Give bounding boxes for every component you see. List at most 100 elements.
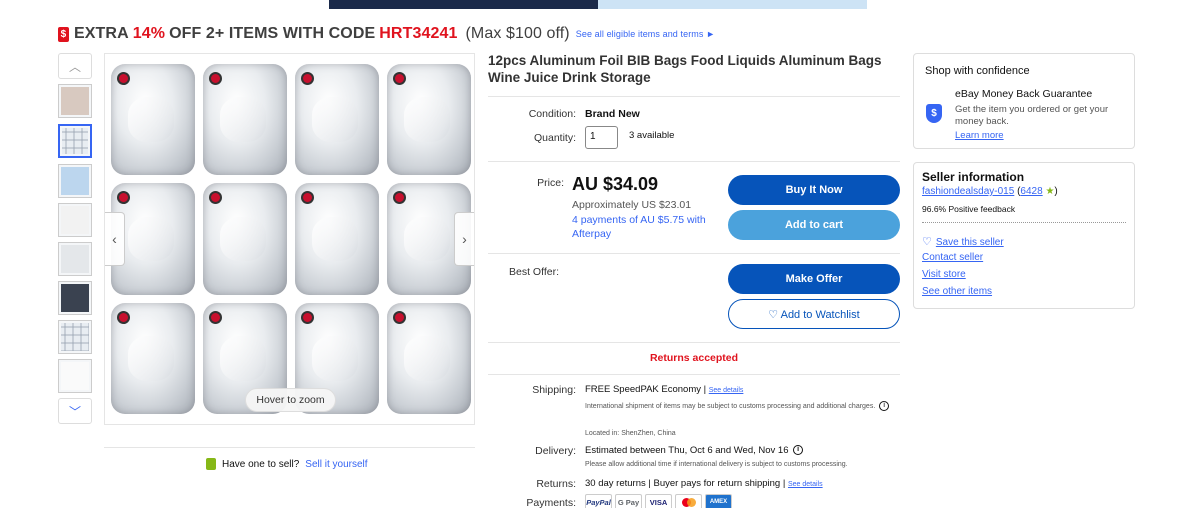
- price-value: AU $34.09: [572, 174, 659, 194]
- save-seller-link[interactable]: ♡ Save this seller: [922, 235, 1004, 248]
- returns-value: 30 day returns | Buyer pays for return s…: [585, 478, 786, 489]
- shipping-note: International shipment of items may be s…: [585, 401, 895, 413]
- promo-bar: $ EXTRA 14% OFF 2+ ITEMS WITH CODE HRT34…: [58, 24, 715, 44]
- sell-yours-prompt: Have one to sell? Sell it yourself: [206, 458, 368, 470]
- thumbnail-image: [61, 362, 89, 390]
- foil-bag: [295, 183, 379, 295]
- product-photo-foil-bags: [111, 64, 471, 414]
- thumbnail-image: [61, 284, 89, 312]
- thumbnail[interactable]: [58, 164, 92, 198]
- seller-name-link[interactable]: fashiondealsday-015: [922, 186, 1014, 197]
- google-pay-icon: G Pay: [615, 494, 642, 508]
- chevron-up-icon: ︿: [68, 59, 81, 74]
- divider: [488, 96, 900, 97]
- add-to-cart-button[interactable]: Add to cart: [728, 210, 900, 240]
- thumbnail-image: [61, 245, 89, 273]
- seller-heading: Seller information: [922, 170, 1025, 184]
- seller-information-panel: Seller information fashiondealsday-015 (…: [913, 162, 1135, 309]
- condition-label: Condition:: [528, 108, 576, 120]
- banner-dark-half: [329, 0, 598, 9]
- info-icon[interactable]: i: [879, 401, 890, 412]
- coupon-tag-icon: $: [58, 26, 69, 42]
- shield-icon: $: [926, 104, 942, 123]
- top-banner-ad[interactable]: [329, 0, 867, 9]
- promo-percent: 14%: [132, 25, 166, 42]
- payments-label: Payments:: [526, 497, 576, 508]
- seller-score-link[interactable]: 6428: [1020, 186, 1042, 197]
- divider: [488, 161, 900, 162]
- visa-icon: VISA: [645, 494, 672, 508]
- returns-see-details-link[interactable]: See details: [788, 481, 823, 488]
- confidence-heading: Shop with confidence: [925, 65, 1030, 77]
- afterpay-link[interactable]: 4 payments of AU $5.75 with Afterpay: [572, 213, 712, 241]
- see-other-items-link[interactable]: See other items: [922, 286, 992, 297]
- hover-to-zoom-hint: Hover to zoom: [245, 388, 336, 412]
- quantity-input[interactable]: 1: [585, 126, 618, 149]
- thumbnail[interactable]: [58, 359, 92, 393]
- returns-value-row: 30 day returns | Buyer pays for return s…: [585, 478, 823, 489]
- previous-image-button[interactable]: ‹: [105, 212, 125, 266]
- divider: [922, 222, 1126, 223]
- thumbnail[interactable]: [58, 84, 92, 118]
- thumbnail[interactable]: [58, 281, 92, 315]
- delivery-value: Estimated between Thu, Oct 6 and Wed, No…: [585, 445, 789, 456]
- mastercard-icon: [675, 494, 702, 508]
- divider: [488, 374, 900, 375]
- buy-it-now-button[interactable]: Buy It Now: [728, 175, 900, 205]
- thumbnail[interactable]: [58, 203, 92, 237]
- thumbnail-selected[interactable]: [58, 124, 92, 158]
- shipping-note-text: International shipment of items may be s…: [585, 403, 876, 410]
- thumbnail-image: [61, 323, 89, 351]
- thumbnail-image: [61, 206, 89, 234]
- thumbnail[interactable]: [58, 242, 92, 276]
- promo-terms-link[interactable]: See all eligible items and terms ►: [576, 29, 715, 39]
- banner-light-half: [598, 0, 867, 9]
- next-image-button[interactable]: ›: [454, 212, 474, 266]
- divider: [488, 253, 900, 254]
- add-to-watchlist-button[interactable]: ♡ Add to Watchlist: [728, 299, 900, 329]
- sell-it-yourself-link[interactable]: Sell it yourself: [305, 459, 367, 470]
- chevron-down-icon: ﹀: [68, 404, 81, 419]
- divider: [488, 342, 900, 343]
- positive-feedback: 96.6% Positive feedback: [922, 204, 1016, 214]
- contact-seller-link[interactable]: Contact seller: [922, 252, 983, 263]
- shopping-bag-icon: [206, 458, 216, 470]
- shipping-label: Shipping:: [532, 384, 576, 396]
- thumbnail-image: [61, 167, 89, 195]
- chevron-right-icon: ›: [462, 231, 467, 247]
- main-product-image[interactable]: ‹ › Hover to zoom: [104, 53, 475, 425]
- foil-bag: [111, 302, 195, 414]
- best-offer-label: Best Offer:: [509, 266, 559, 278]
- delivery-note: Please allow additional time if internat…: [585, 461, 848, 468]
- promo-max: (Max $100 off): [465, 25, 570, 42]
- save-seller-label: Save this seller: [935, 237, 1004, 248]
- quantity-label: Quantity:: [533, 132, 576, 144]
- info-icon[interactable]: i: [793, 445, 804, 456]
- money-back-title: eBay Money Back Guarantee: [955, 88, 1093, 100]
- returns-label: Returns:: [536, 478, 576, 490]
- seller-name-row: fashiondealsday-015 (6428 ★): [922, 186, 1058, 197]
- condition-value: Brand New: [585, 108, 640, 120]
- foil-bag: [203, 183, 287, 295]
- paypal-icon: PayPal: [585, 494, 612, 508]
- foil-bag: [387, 302, 471, 414]
- sell-question: Have one to sell?: [222, 458, 300, 470]
- visit-store-link[interactable]: Visit store: [922, 269, 966, 280]
- thumbnail-image: [62, 128, 88, 154]
- approx-price: Approximately US $23.01: [572, 199, 692, 211]
- promo-prefix: EXTRA: [74, 25, 129, 42]
- delivery-value-row: Estimated between Thu, Oct 6 and Wed, No…: [585, 445, 804, 456]
- shipping-see-details-link[interactable]: See details: [709, 387, 744, 394]
- thumbnail-scroll-down-button[interactable]: ﹀: [58, 398, 92, 424]
- thumbnail-scroll-up-button[interactable]: ︿: [58, 53, 92, 79]
- money-back-text: Get the item you ordered or get your mon…: [955, 104, 1109, 127]
- foil-bag: [203, 64, 287, 176]
- learn-more-link[interactable]: Learn more: [955, 130, 1004, 141]
- foil-bag: [111, 64, 195, 176]
- payment-logos: PayPal G Pay VISA AMEX: [585, 494, 732, 508]
- foil-bag: [387, 64, 471, 176]
- make-offer-button[interactable]: Make Offer: [728, 264, 900, 294]
- thumbnail[interactable]: [58, 320, 92, 354]
- delivery-label: Delivery:: [535, 445, 576, 457]
- promo-middle: OFF 2+ ITEMS WITH CODE: [169, 25, 376, 42]
